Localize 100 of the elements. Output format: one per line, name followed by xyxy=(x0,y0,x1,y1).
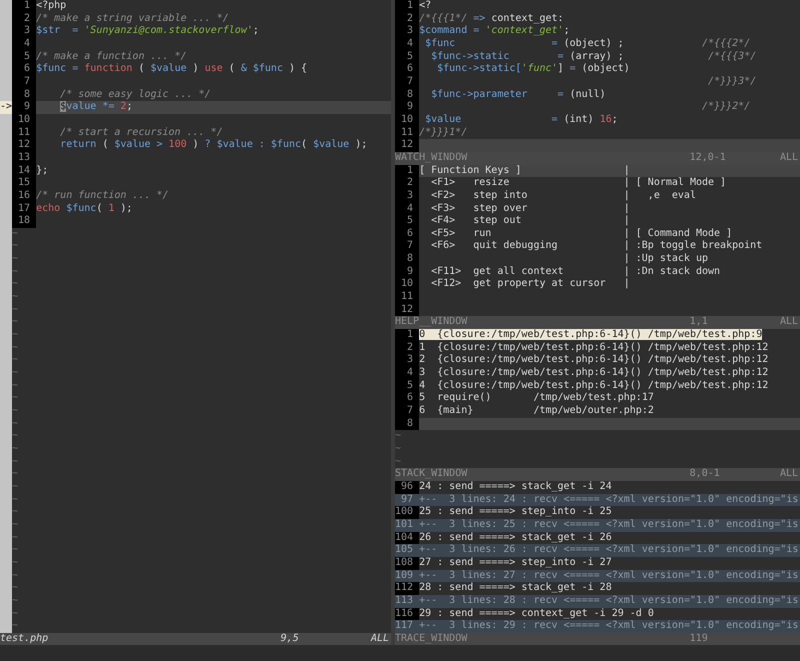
code-line: /* make a function ... */ xyxy=(36,50,188,63)
line-number: 9 xyxy=(395,266,420,278)
stack-frame[interactable]: 6 {main} /tmp/web/outer.php:2 xyxy=(419,405,654,416)
code-line: return ( $value > 100 ) ? $value : $func( $value ); xyxy=(59,139,368,152)
code-line: }; xyxy=(36,164,50,178)
help-note: :Up stack up xyxy=(636,253,708,264)
stack-frame[interactable]: 3 {closure:/tmp/web/test.php:6-14}() /tmp/web/test.php:12 xyxy=(419,367,768,378)
line-number: 6 xyxy=(12,63,36,76)
help-note: :Dn stack down xyxy=(636,266,720,277)
filler-tilde: ~ xyxy=(12,304,18,316)
line-number: 11 xyxy=(395,126,420,140)
filler-tilde: ~ xyxy=(395,430,402,443)
line-number: 18 xyxy=(12,215,36,228)
line-number: 9 xyxy=(12,101,36,114)
code-line: $command = 'context_get'; xyxy=(419,25,571,38)
line-number: 4 xyxy=(12,38,36,51)
key-label: <F12> xyxy=(431,278,462,290)
key-action: quit debugging xyxy=(473,240,558,252)
line-number: 5 xyxy=(395,50,420,64)
code-line: /*}}}3*/ xyxy=(707,76,758,89)
filler-tilde: ~ xyxy=(395,442,402,456)
line-number: 1 xyxy=(12,0,36,13)
key-action: step over xyxy=(473,202,528,214)
cursor-position: 12,0-1 xyxy=(690,152,727,165)
line-number: 8 xyxy=(395,88,420,102)
stack-frame[interactable]: 1 {closure:/tmp/web/test.php:6-14}() /tmp/web/test.php:12 xyxy=(419,342,768,353)
line-number: 8 xyxy=(395,418,420,430)
stack-frame[interactable]: 2 {closure:/tmp/web/test.php:6-14}() /tmp/web/test.php:12 xyxy=(419,354,768,366)
line-number: 2 xyxy=(395,177,420,190)
key-label: <F6> xyxy=(431,240,456,252)
help-note: [ Command Mode ] xyxy=(636,228,732,239)
line-number: 12 xyxy=(395,304,420,316)
key-label: <F3> xyxy=(431,202,456,214)
line-number: 2 xyxy=(12,12,36,26)
trace-line: 116 29 : send =====> context_get -i 29 -d 0 xyxy=(395,608,654,620)
line-number: 11 xyxy=(12,126,36,140)
filler-tilde: ~ xyxy=(12,291,18,304)
filler-tilde: ~ xyxy=(12,392,18,405)
filler-tilde: ~ xyxy=(12,518,18,532)
code-line: $func->parameter = (null) xyxy=(430,88,607,102)
separator-label: | xyxy=(624,215,630,226)
help-note: [ Normal Mode ] xyxy=(636,177,726,188)
code-line: <? xyxy=(419,0,432,13)
key-action: step out xyxy=(473,215,522,226)
separator-label: | xyxy=(624,202,630,214)
scroll-position: ALL xyxy=(370,632,390,646)
text-cursor: $ xyxy=(60,101,66,112)
line-number: 8 xyxy=(12,88,36,102)
trace-line: 96 24 : send =====> stack_get -i 24 xyxy=(395,480,800,494)
filler-tilde: ~ xyxy=(12,367,18,380)
line-number: 4 xyxy=(395,38,420,51)
window-name: TRACE_WINDOW xyxy=(395,632,468,646)
help-note: :Bp toggle breakpoint xyxy=(636,240,762,252)
line-number: 3 xyxy=(395,354,420,368)
line-number: 17 xyxy=(12,202,36,216)
line-number: 4 xyxy=(395,367,420,380)
line-number: 15 xyxy=(12,177,36,190)
key-action: step into xyxy=(473,190,528,201)
filler-tilde: ~ xyxy=(12,266,18,278)
line-number: 14 xyxy=(12,164,36,178)
key-label: <F4> xyxy=(431,215,456,226)
code-line: $str = 'Sunyanzi@com.stackoverflow'; xyxy=(36,25,260,38)
line-number: 9 xyxy=(395,101,420,114)
separator-label: | xyxy=(624,177,630,188)
separator-label: | xyxy=(624,266,630,277)
line-number: 10 xyxy=(395,114,420,127)
line-number: 1 xyxy=(395,329,420,342)
window-name: STACK_WINDOW xyxy=(395,468,468,481)
filler-tilde: ~ xyxy=(12,556,18,570)
line-number: 10 xyxy=(395,278,420,292)
stack-frame[interactable]: 0 {closure:/tmp/web/test.php:6-14}() /tmp/web/test.php:9 xyxy=(419,329,762,340)
filler-tilde: ~ xyxy=(12,418,18,430)
trace-line: 100 25 : send =====> step_into -i 25 xyxy=(395,506,613,519)
code-line: $func->static['func'] = (object) xyxy=(436,63,631,76)
stack-frame[interactable]: 4 {closure:/tmp/web/test.php:6-14}() /tmp/web/test.php:12 xyxy=(419,380,768,391)
line-number: 4 xyxy=(395,202,420,216)
help-note: ,e eval xyxy=(646,190,696,201)
filler-tilde: ~ xyxy=(12,316,18,330)
line-number: 5 xyxy=(12,50,36,64)
separator-label: | xyxy=(624,190,630,201)
code-line: /*{{{1*/ => context_get: xyxy=(419,12,565,25)
line-number: 5 xyxy=(395,215,420,228)
line-number: 5 xyxy=(395,380,420,392)
scroll-position: ALL xyxy=(780,468,800,481)
trace-line: 112 28 : send =====> stack_get -i 28 xyxy=(395,582,613,595)
code-line: $func = function ( $value ) use ( & $func ) { xyxy=(36,63,308,76)
filler-tilde: ~ xyxy=(12,468,18,481)
stack-frame[interactable]: 5 require() /tmp/web/test.php:17 xyxy=(419,392,654,404)
line-number: 8 xyxy=(395,253,420,266)
trace-line: 104 26 : send =====> stack_get -i 26 xyxy=(395,532,612,544)
trace-line: 108 27 : send =====> step_into -i 27 xyxy=(395,556,613,570)
key-label: <F5> xyxy=(431,228,456,239)
separator-label: | xyxy=(624,164,630,176)
window-name: HELP__WINDOW xyxy=(395,316,468,329)
line-number: 10 xyxy=(12,114,36,127)
filler-tilde: ~ xyxy=(12,620,18,633)
cursor-position: 119 xyxy=(690,632,709,646)
key-action: get all context xyxy=(473,266,564,277)
code-line: /* make a string variable ... */ xyxy=(36,12,230,25)
line-number: 3 xyxy=(395,190,420,202)
